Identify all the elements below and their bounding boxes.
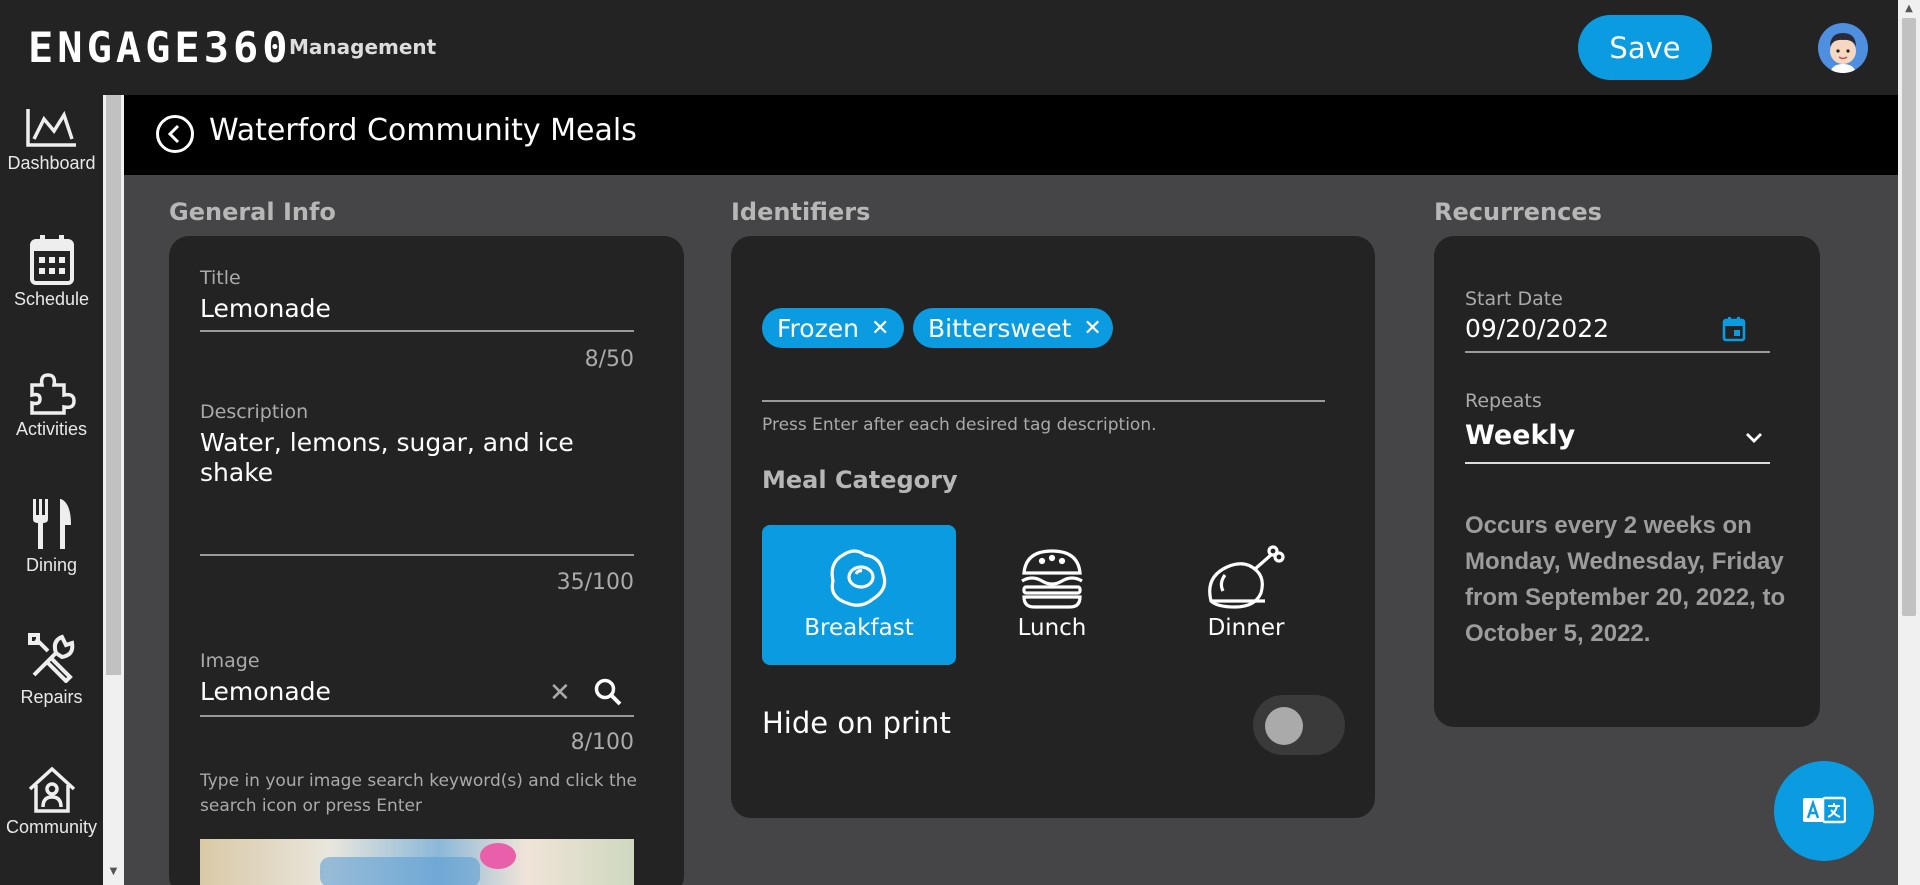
close-icon[interactable]: ✕ xyxy=(871,316,889,341)
meal-label: Breakfast xyxy=(804,615,914,641)
meal-label: Lunch xyxy=(1017,615,1087,641)
calendar-icon[interactable] xyxy=(1722,316,1746,342)
image-label: Image xyxy=(200,650,260,672)
translate-icon xyxy=(1803,796,1846,824)
repeats-select[interactable]: Weekly xyxy=(1465,420,1575,451)
sidebar-item-label: Dashboard xyxy=(7,153,96,173)
home-icon xyxy=(28,766,75,813)
top-bar: ENGAGE360 Management Save xyxy=(0,0,1898,95)
hide-on-print-toggle[interactable] xyxy=(1253,695,1345,755)
egg-icon xyxy=(830,549,887,607)
repeats-label: Repeats xyxy=(1465,390,1542,412)
tag-helper-text: Press Enter after each desired tag descr… xyxy=(762,415,1157,435)
meal-breakfast-button[interactable]: Breakfast xyxy=(762,525,956,665)
hide-on-print-label: Hide on print xyxy=(762,706,951,740)
sidebar-scrollbar-thumb[interactable] xyxy=(106,95,121,675)
clear-icon[interactable]: ✕ xyxy=(549,678,571,708)
start-date-input[interactable]: 09/20/2022 xyxy=(1465,314,1609,343)
toggle-knob xyxy=(1265,707,1303,745)
sidebar-item-label: Schedule xyxy=(13,289,90,309)
sidebar-item-label: Dining xyxy=(25,555,78,575)
description-counter: 35/100 xyxy=(556,570,634,595)
tag-input-underline[interactable] xyxy=(762,400,1325,402)
image-counter: 8/100 xyxy=(570,730,634,755)
image-underline xyxy=(200,715,634,717)
general-info-title: General Info xyxy=(169,198,336,226)
description-input[interactable]: Water, lemons, sugar, and ice shake xyxy=(200,428,620,488)
meal-dinner-button[interactable]: Dinner xyxy=(1149,525,1343,665)
chart-icon xyxy=(25,109,76,147)
identifiers-title: Identifiers xyxy=(731,198,871,226)
tag-chip[interactable]: Frozen ✕ xyxy=(762,308,904,348)
tag-label: Frozen xyxy=(777,313,859,343)
repeats-underline xyxy=(1465,462,1770,464)
calendar-icon xyxy=(29,235,74,285)
start-date-label: Start Date xyxy=(1465,288,1563,310)
close-icon[interactable]: ✕ xyxy=(1083,316,1101,341)
brand-logo: ENGAGE360 xyxy=(28,23,292,72)
image-preview xyxy=(200,839,634,885)
page-scrollbar-thumb[interactable] xyxy=(1902,18,1916,616)
chevron-down-icon[interactable] xyxy=(1745,432,1763,444)
title-label: Title xyxy=(200,267,241,289)
sidebar-item-dashboard[interactable]: Dashboard xyxy=(0,105,103,174)
scroll-up-arrow-icon[interactable]: ▲ xyxy=(1902,3,1916,14)
title-input[interactable]: Lemonade xyxy=(200,294,632,330)
sidebar-item-label: Repairs xyxy=(20,687,83,707)
meal-label: Dinner xyxy=(1207,615,1285,641)
image-search-input[interactable]: Lemonade xyxy=(200,677,530,706)
meal-category-title: Meal Category xyxy=(762,466,958,494)
recurrence-summary: Occurs every 2 weeks on Monday, Wednesda… xyxy=(1465,512,1786,647)
sidebar-item-label: Community xyxy=(5,817,98,837)
description-underline xyxy=(200,554,634,556)
sidebar-item-label: Activities xyxy=(15,419,87,439)
puzzle-icon xyxy=(29,373,76,415)
title-counter: 8/50 xyxy=(584,347,634,372)
title-underline xyxy=(200,330,634,332)
tag-label: Bittersweet xyxy=(928,313,1072,343)
avatar[interactable] xyxy=(1818,23,1868,73)
sidebar-item-dining[interactable]: Dining xyxy=(0,497,103,576)
description-label: Description xyxy=(200,401,309,423)
scroll-down-arrow-icon[interactable]: ▼ xyxy=(106,866,121,877)
meal-lunch-button[interactable]: Lunch xyxy=(955,525,1149,665)
sidebar-item-activities[interactable]: Activities xyxy=(0,367,103,440)
sidebar-item-schedule[interactable]: Schedule xyxy=(0,233,103,310)
sidebar: Dashboard Schedule Activities Dining Rep… xyxy=(0,95,103,885)
turkey-icon xyxy=(1208,545,1285,609)
image-helper-text: Type in your image search keyword(s) and… xyxy=(200,771,637,816)
search-icon[interactable] xyxy=(593,677,623,707)
chevron-left-icon xyxy=(167,124,180,144)
page-header: Waterford Community Meals xyxy=(124,95,1898,175)
page-title: Waterford Community Meals xyxy=(209,113,637,148)
tools-icon xyxy=(27,633,74,683)
burger-icon xyxy=(1021,549,1083,609)
tag-chip[interactable]: Bittersweet ✕ xyxy=(913,308,1113,348)
recurrences-title: Recurrences xyxy=(1434,198,1602,226)
sidebar-item-repairs[interactable]: Repairs xyxy=(0,631,103,708)
fork-knife-icon xyxy=(32,499,71,549)
back-button[interactable] xyxy=(156,115,194,153)
translate-button[interactable] xyxy=(1774,761,1874,861)
start-date-underline xyxy=(1465,351,1770,353)
sidebar-item-community[interactable]: Community xyxy=(0,765,103,838)
brand-subtitle: Management xyxy=(289,35,437,59)
save-button[interactable]: Save xyxy=(1578,15,1712,80)
